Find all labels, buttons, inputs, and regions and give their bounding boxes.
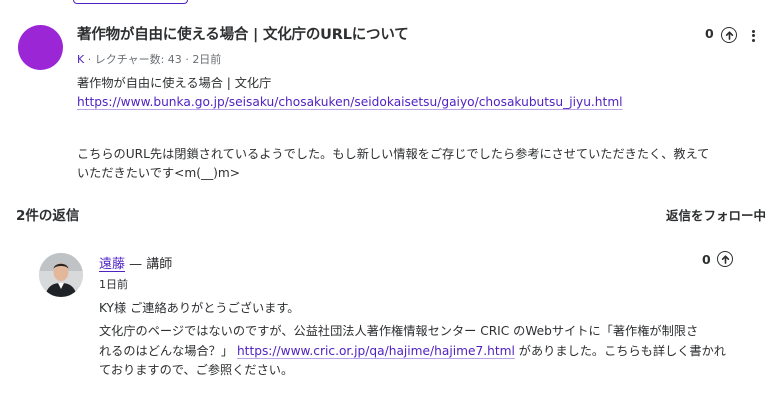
more-options-icon[interactable] [749,28,757,42]
question-meta: K · レクチャー数: 43 · 2日前 [77,51,221,67]
reply-upvote-count: 0 [702,252,711,267]
reply-upvote-button[interactable] [717,251,733,267]
reply-body-line: KY様 ご連絡ありがとうございます。 [99,301,300,315]
question-author-link[interactable]: K [77,53,84,66]
question-body-line: いただきたいです<m(__)m> [77,166,240,180]
reply-body-line: 文化庁のページではないのですが、公益社団法人著作権情報センター CRIC のWe… [99,324,699,338]
previous-button-edge [73,0,188,4]
meta-separator: · [87,53,95,66]
question-body-link[interactable]: https://www.bunka.go.jp/seisaku/chosakuk… [77,95,623,109]
question-body-line: こちらのURL先は閉鎖されているようでした。もし新しい情報をご存じでしたら参考に… [77,147,710,161]
upvote-button[interactable] [721,27,737,43]
reply-body-link[interactable]: https://www.cric.or.jp/qa/hajime/hajime7… [237,344,515,358]
question-lecture: レクチャー数: 43 [94,53,182,66]
instructor-name-link[interactable]: 遠藤 [99,257,125,272]
reply-body-text: がありました。こちらも詳しく書かれ [514,344,726,358]
reply-body-line: ておりますので、ご参照ください。 [99,363,294,377]
reply-body-link-line: れるのはどんな場合？」 https://www.cric.or.jp/qa/ha… [99,342,726,361]
instructor-name-line: 遠藤 — 講師 [99,253,172,272]
question-title: 著作物が自由に使える場合 | 文化庁のURLについて [77,27,409,43]
replies-heading: 2件の返信 [16,208,80,224]
instructor-avatar [39,253,83,297]
arrow-up-icon [725,30,733,40]
question-body-line: 著作物が自由に使える場合 | 文化庁 [77,76,272,90]
question-time: 2日前 [192,53,222,66]
question-body-link-line: https://www.bunka.go.jp/seisaku/chosakuk… [77,93,623,112]
reply-body-text: れるのはどんな場合？」 [99,344,237,358]
question-upvote-count: 0 [705,26,714,41]
avatar [18,25,63,70]
arrow-up-icon [721,254,729,264]
follow-replies-button[interactable]: 返信をフォロー中 [666,205,766,224]
instructor-role: — 講師 [129,257,173,272]
reply-time: 1日前 [99,278,128,291]
